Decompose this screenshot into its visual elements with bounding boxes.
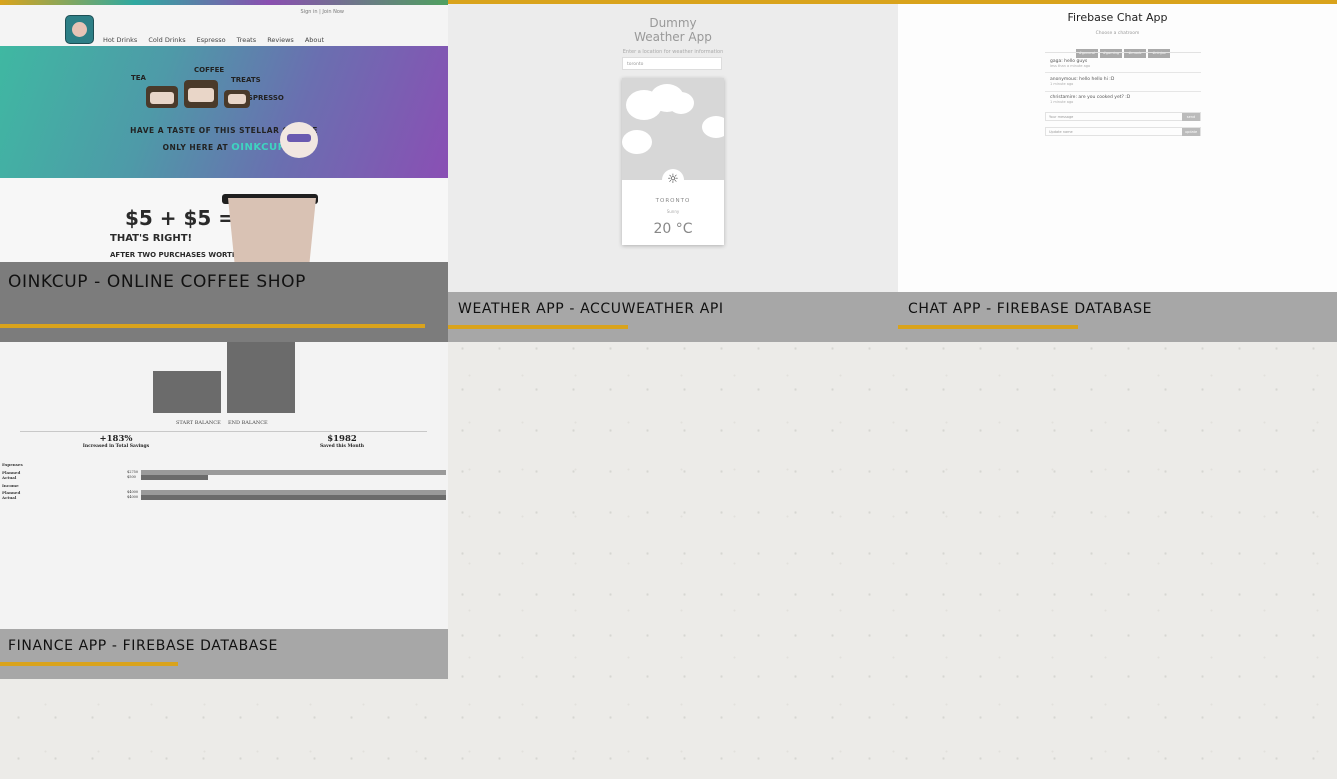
project-caption: OINKCUP - ONLINE COFFEE SHOP bbox=[0, 262, 448, 342]
sun-icon: ☼ bbox=[662, 169, 684, 191]
weather-condition: Sunny bbox=[666, 209, 680, 214]
preview-top-stripe bbox=[898, 0, 1337, 4]
pig-mask-icon bbox=[287, 134, 311, 142]
preview-nav-item: About bbox=[304, 36, 325, 44]
preview-nav-item: Reviews bbox=[267, 36, 294, 44]
budget-row-value: $2750 bbox=[127, 470, 139, 474]
project-title: OINKCUP - ONLINE COFFEE SHOP bbox=[8, 272, 306, 292]
preview-nav-item: Treats bbox=[236, 36, 257, 44]
chat-name-input: Update name update bbox=[1045, 127, 1201, 136]
hero-brand: OINKCUP bbox=[231, 142, 286, 153]
chat-update-button: update bbox=[1182, 128, 1200, 136]
hero-tagline-2: ONLY HERE AT OINKCUP bbox=[162, 142, 286, 153]
preview-nav: Hot Drinks Cold Drinks Espresso Treats R… bbox=[103, 36, 333, 44]
weather-sky-image bbox=[622, 78, 724, 180]
chat-app-title: Firebase Chat App bbox=[1067, 11, 1168, 24]
weather-subtitle: Enter a location for weather information bbox=[622, 49, 724, 55]
project-card-weather[interactable]: Dummy Weather App Enter a location for w… bbox=[448, 0, 898, 342]
budget-row-label: Actual bbox=[2, 475, 17, 480]
project-title: WEATHER APP - ACCUWEATHER API bbox=[458, 301, 724, 317]
promo-small-text: AFTER TWO PURCHASES WORTH bbox=[110, 251, 238, 259]
stat-saved-month: $1982 Saved this Month bbox=[319, 434, 365, 449]
chat-message: gaga: hello guys less than a minute ago bbox=[1050, 59, 1091, 68]
project-preview-chat: Firebase Chat App Choose a chatroom #gen… bbox=[898, 0, 1337, 342]
budget-row-label: Expenses bbox=[2, 462, 23, 467]
promo-subheadline: THAT'S RIGHT! bbox=[110, 233, 193, 244]
divider bbox=[20, 431, 427, 432]
budget-row-value: $4000 bbox=[127, 490, 139, 494]
preview-header-links: Sign in | Join Now bbox=[300, 9, 345, 15]
weather-app-title: Dummy Weather App bbox=[634, 16, 712, 44]
project-accent-bar bbox=[0, 324, 425, 328]
project-accent-bar bbox=[898, 325, 1078, 329]
project-title: FINANCE APP - FIREBASE DATABASE bbox=[8, 638, 278, 654]
project-card-chat[interactable]: Firebase Chat App Choose a chatroom #gen… bbox=[898, 0, 1337, 342]
project-accent-bar bbox=[448, 325, 628, 329]
bar-label: START BALANCE bbox=[176, 420, 221, 426]
preview-top-stripe bbox=[0, 0, 448, 5]
budget-row-value: $500 bbox=[127, 475, 136, 479]
preview-nav-item: Espresso bbox=[196, 36, 226, 44]
project-caption: CHAT APP - FIREBASE DATABASE bbox=[898, 292, 1337, 342]
chat-subtitle: Choose a chatroom bbox=[1095, 31, 1140, 36]
oinkcup-logo-icon bbox=[66, 16, 93, 43]
budget-row-label: Actual bbox=[2, 495, 17, 500]
chat-send-button: send bbox=[1182, 113, 1200, 121]
start-balance-bar bbox=[153, 371, 221, 413]
weather-city: TORONTO bbox=[655, 198, 691, 204]
hero-tagline: HAVE A TASTE OF THIS STELLAR COFFEE bbox=[130, 126, 318, 135]
preview-top-stripe bbox=[448, 0, 898, 4]
project-card-oinkcup[interactable]: Sign in | Join Now Hot Drinks Cold Drink… bbox=[0, 0, 448, 342]
weather-location-input: toronto bbox=[622, 57, 722, 70]
stat-savings-increase: +183% Increased in Total Savings bbox=[82, 434, 150, 449]
hero-label: COFFEE bbox=[194, 66, 225, 74]
chat-message-input: Your message send bbox=[1045, 112, 1201, 121]
project-caption: FINANCE APP - FIREBASE DATABASE bbox=[0, 629, 448, 679]
end-balance-bar bbox=[227, 342, 295, 413]
project-card-finance[interactable]: START BALANCE END BALANCE +183% Increased… bbox=[0, 342, 448, 679]
chat-message: anonymous: hello hello hi :D 1 minute ago bbox=[1050, 77, 1115, 86]
bar-label: END BALANCE bbox=[228, 420, 268, 426]
chat-message-list: gaga: hello guys less than a minute ago a… bbox=[1045, 52, 1201, 109]
budget-row-bar bbox=[141, 495, 446, 500]
coffee-cup-icon bbox=[228, 198, 316, 268]
preview-hero-banner: TEA COFFEE TREATS ESPRESSO HAVE A TASTE … bbox=[0, 46, 448, 178]
budget-row-label: Income bbox=[2, 483, 19, 488]
chat-message: christamire: are you cooked yet? :D 1 min… bbox=[1050, 95, 1131, 104]
project-preview-weather: Dummy Weather App Enter a location for w… bbox=[448, 0, 898, 342]
project-accent-bar bbox=[0, 662, 178, 666]
project-caption: WEATHER APP - ACCUWEATHER API bbox=[448, 292, 898, 342]
budget-row-value: $4000 bbox=[127, 495, 139, 499]
preview-nav-item: Hot Drinks bbox=[103, 36, 138, 44]
project-title: CHAT APP - FIREBASE DATABASE bbox=[908, 301, 1153, 317]
preview-nav-item: Cold Drinks bbox=[148, 36, 186, 44]
promo-headline: $5 + $5 = bbox=[125, 206, 236, 230]
weather-temperature: 20 °C bbox=[653, 221, 693, 237]
weather-card: ☼ TORONTO Sunny 20 °C bbox=[622, 78, 724, 245]
coffee-cups-illustration bbox=[146, 80, 250, 108]
budget-row-bar bbox=[141, 475, 208, 480]
